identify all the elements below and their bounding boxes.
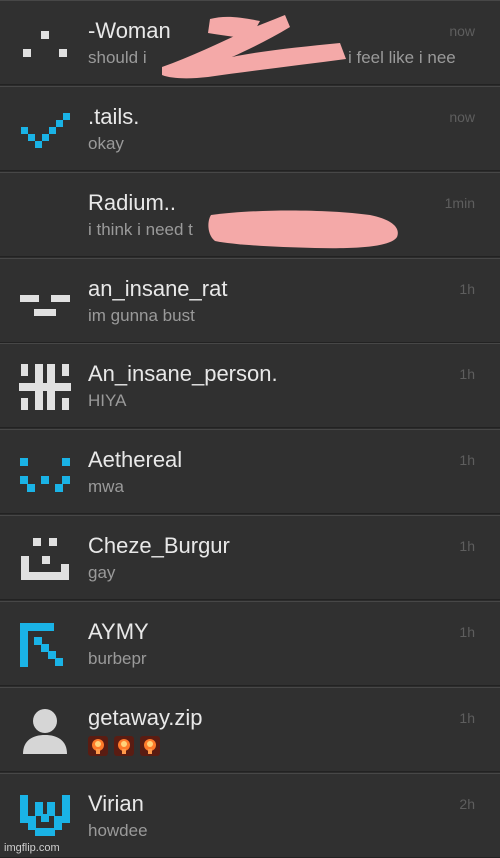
w-face-icon [19,450,71,496]
chat-message: HIYA [88,391,127,410]
empty-avatar [19,193,71,239]
chat-time: 1h [459,452,475,468]
arrow-glyph-icon [19,622,71,668]
explosion-emoji-icon [114,735,134,756]
chat-row[interactable]: -Woman should i i feel like i nee now [0,0,500,85]
chat-time: 1h [459,538,475,554]
chat-row[interactable]: An_insane_person. HIYA 1h [0,343,500,428]
chat-time: 1h [459,710,475,726]
chat-list: -Woman should i i feel like i nee now .t… [0,0,500,858]
chat-name: Aethereal [88,447,183,472]
chat-row[interactable]: .tails. okay now [0,86,500,171]
chat-message: i think i need t [88,220,193,239]
watermark: imgflip.com [4,842,60,854]
pixel-face-icon [19,536,71,582]
chat-row[interactable]: Radium.. i think i need t 1min [0,172,500,257]
chat-name: getaway.zip [88,705,203,730]
chat-message-tail: i feel like i nee [348,48,456,67]
chat-message: im gunna bust [88,306,195,325]
chat-message: okay [88,134,124,153]
chat-name: Virian [88,791,144,816]
chat-name: an_insane_rat [88,276,228,301]
chat-row[interactable]: getaway.zip 1h [0,687,500,772]
chat-message: should i i feel like i nee [88,47,478,69]
explosion-emoji-icon [88,735,108,756]
checkmark-icon [19,107,71,153]
chat-name: -Woman [88,18,171,43]
chat-time: 1h [459,281,475,297]
chat-name: An_insane_person. [88,361,278,386]
chat-row[interactable]: Virian howdee 2h [0,773,500,858]
censor-scribble [162,15,346,79]
chat-time: 1h [459,624,475,640]
chat-name: AYMY [88,619,149,644]
default-user-icon [19,708,71,754]
explosion-emoji-icon [140,735,160,756]
chat-message: burbepr [88,649,147,668]
chat-time: now [449,109,475,125]
chat-message [88,734,478,756]
chat-row[interactable]: an_insane_rat im gunna bust 1h [0,258,500,343]
chat-name: .tails. [88,104,140,129]
chat-message-head: should i [88,48,147,67]
chat-time: now [449,23,475,39]
bar-face-icon [19,279,71,325]
chat-row[interactable]: Cheze_Burgur gay 1h [0,515,500,600]
shield-glyph-icon [19,794,71,840]
chat-time: 1min [444,195,475,211]
chat-row[interactable]: AYMY burbepr 1h [0,601,500,686]
chat-name: Cheze_Burgur [88,533,230,558]
hash-glyph-icon [19,364,71,410]
chat-message: gay [88,563,116,582]
chat-name: Radium.. [88,190,177,215]
dots-face-icon [19,21,71,67]
chat-message: mwa [88,477,124,496]
chat-time: 1h [459,366,475,382]
chat-row[interactable]: Aethereal mwa 1h [0,429,500,514]
chat-message: howdee [88,821,148,840]
chat-time: 2h [459,796,475,812]
